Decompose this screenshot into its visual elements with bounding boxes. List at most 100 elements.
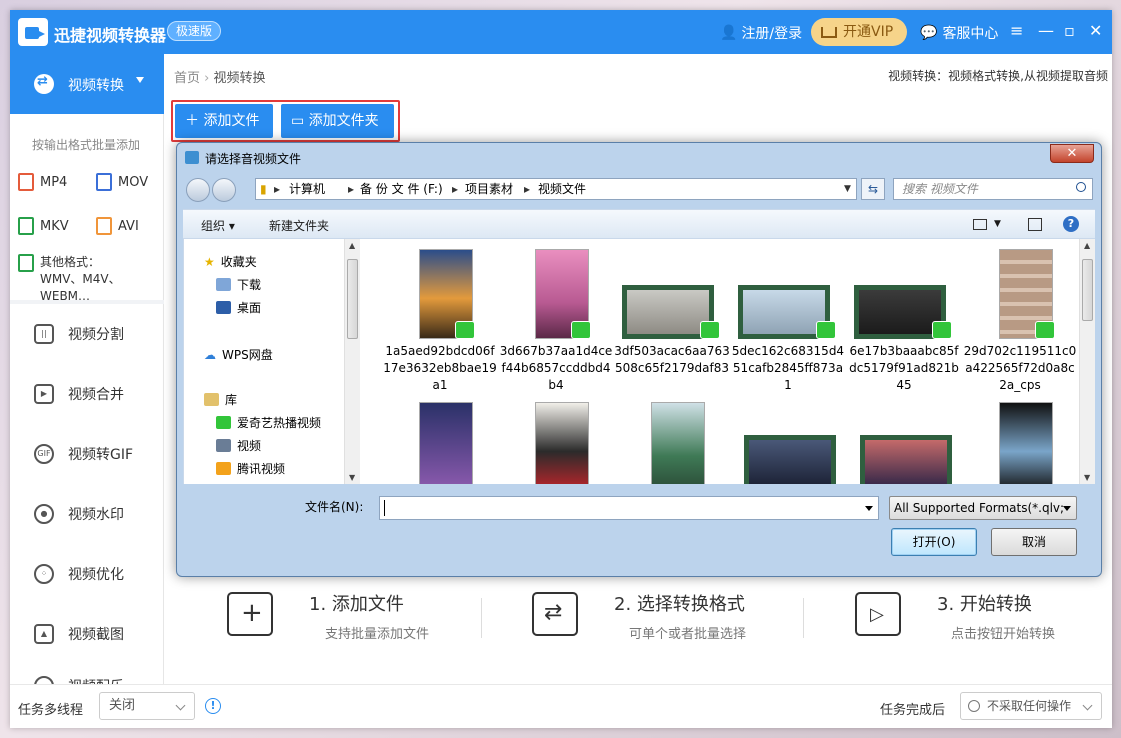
format-avi[interactable]: AVI [96, 217, 139, 235]
tree-downloads[interactable]: 下载 [216, 276, 261, 293]
search-input[interactable]: 搜索 视频文件 [893, 178, 1093, 200]
forward-icon[interactable] [212, 178, 236, 202]
tree-label: 腾讯视频 [237, 462, 286, 476]
sidebar-item-split[interactable]: || 视频分割 [34, 324, 124, 344]
format-mp4[interactable]: MP4 [18, 173, 67, 191]
nav-label: 视频截图 [68, 627, 124, 643]
filename-label: 文件名(N): [305, 500, 364, 514]
format-label: MOV [118, 174, 149, 190]
sidebar-item-screenshot[interactable]: ▲ 视频截图 [34, 624, 124, 644]
filename-input[interactable] [379, 496, 879, 520]
format-label: MKV [40, 218, 69, 234]
sidebar-item-merge[interactable]: ▶ 视频合并 [34, 384, 124, 404]
help-icon[interactable]: ? [1063, 216, 1079, 232]
customer-service-link[interactable]: 💬 客服中心 [920, 23, 998, 43]
login-link[interactable]: 👤 注册/登录 [720, 23, 802, 43]
tree-videos[interactable]: 视频 [216, 437, 261, 454]
video-thumbnail[interactable] [999, 402, 1053, 484]
step-subtitle: 支持批量添加文件 [325, 627, 430, 642]
tree-tencent[interactable]: 腾讯视频 [216, 460, 285, 477]
tree-iqiyi[interactable]: 爱奇艺热播视频 [216, 414, 321, 431]
chevron-down-icon[interactable]: ▼ [994, 219, 1001, 229]
sidebar-item-video-convert[interactable]: 视频转换 [10, 54, 164, 114]
avi-icon [96, 217, 112, 235]
tree-favorites[interactable]: ★ 收藏夹 [204, 253, 257, 270]
format-mov[interactable]: MOV [96, 173, 148, 191]
add-file-button[interactable]: ＋ 添加文件 [175, 104, 273, 138]
tree-scrollbar[interactable]: ▲ ▼ [344, 239, 360, 484]
breadcrumb-current: 视频转换 [213, 71, 266, 86]
sidebar: 视频转换 按输出格式批量添加 MP4 MOV MKV AVI 其他格式：WMV、… [10, 54, 164, 684]
dropdown-icon[interactable]: ▼ [844, 179, 851, 199]
new-folder-button[interactable]: 新建文件夹 [269, 217, 329, 234]
restore-button[interactable]: ▫ [1064, 22, 1075, 40]
files-scrollbar[interactable]: ▲ ▼ [1079, 239, 1095, 484]
path-segment[interactable]: 项目素材 [465, 179, 513, 199]
after-complete-value: 不采取任何操作 [987, 699, 1072, 713]
refresh-icon[interactable]: ⇆ [861, 178, 885, 200]
after-complete-select[interactable]: 不采取任何操作 [960, 692, 1102, 720]
scroll-thumb[interactable] [1082, 259, 1093, 321]
play-icon: ▶ [34, 384, 54, 404]
multithread-select[interactable]: 关闭 [99, 692, 195, 720]
step-divider [481, 598, 482, 638]
tencent-video-icon [216, 462, 231, 475]
video-thumbnail[interactable] [419, 402, 473, 484]
video-thumbnail[interactable] [535, 402, 589, 484]
step-subtitle: 可单个或者批量选择 [629, 627, 747, 642]
info-icon[interactable]: ! [205, 698, 221, 714]
video-thumbnail[interactable] [651, 402, 705, 484]
format-filter-select[interactable]: All Supported Formats(*.qlv; [889, 496, 1077, 520]
file-name: 29d702c119511c0a422565f72d0a8c2a_cps [963, 344, 1077, 392]
open-button[interactable]: 打开(O) [891, 528, 977, 556]
chat-icon: 💬 [920, 25, 938, 41]
close-button[interactable]: ✕ [1089, 22, 1102, 40]
text-caret [384, 500, 385, 516]
path-segment[interactable]: 计算机 [289, 179, 325, 199]
back-icon[interactable] [186, 178, 210, 202]
library-icon [204, 393, 219, 406]
convert-icon [34, 74, 54, 94]
sidebar-item-music[interactable]: 视频配乐 [34, 676, 124, 684]
chevron-down-icon [1063, 506, 1071, 511]
scroll-thumb[interactable] [347, 259, 358, 339]
dialog-close-button[interactable]: ✕ [1050, 144, 1094, 163]
address-bar[interactable]: ▮ ▸ 计算机 ▸ 备 份 文 件 (F:) ▸ 项目素材 ▸ 视频文件 ▼ [255, 178, 857, 200]
chevron-down-icon[interactable] [865, 506, 873, 511]
page-description: 视频转换：视频格式转换,从视频提取音频 [888, 69, 1108, 83]
vip-label: 开通VIP [843, 24, 894, 40]
scroll-down-icon[interactable]: ▼ [1084, 473, 1090, 482]
folder-tree: ★ 收藏夹 下载 桌面 ☁ WPS网盘 库 爱奇艺热播视频 视频 腾讯视频 ▲ ▼ [184, 239, 360, 484]
minimize-button[interactable]: — [1038, 22, 1054, 40]
format-mkv[interactable]: MKV [18, 217, 69, 235]
edition-badge: 极速版 [167, 21, 222, 41]
preview-pane-icon[interactable] [1028, 218, 1042, 231]
scroll-up-icon[interactable]: ▲ [1084, 241, 1090, 250]
sidebar-item-optimize[interactable]: ⁘ 视频优化 [34, 564, 124, 584]
path-segment[interactable]: 视频文件 [538, 179, 586, 199]
film-reel-icon: ⁘ [34, 564, 54, 584]
sidebar-item-watermark[interactable]: ● 视频水印 [34, 504, 124, 524]
add-folder-button[interactable]: ▭ 添加文件夹 [281, 104, 394, 138]
scroll-down-icon[interactable]: ▼ [349, 473, 355, 482]
organize-menu[interactable]: 组织 ▾ [201, 217, 235, 234]
video-thumbnail[interactable] [744, 435, 836, 484]
scroll-up-icon[interactable]: ▲ [349, 241, 355, 250]
tree-wps[interactable]: ☁ WPS网盘 [204, 346, 273, 363]
file-name: 3df503acac6aa763508c65f2179daf83 [614, 344, 730, 375]
path-segment[interactable]: 备 份 文 件 (F:) [360, 179, 443, 199]
video-thumbnail[interactable] [860, 435, 952, 484]
step-title: 1. 添加文件 [309, 594, 404, 615]
tree-desktop[interactable]: 桌面 [216, 299, 261, 316]
step-divider [803, 598, 804, 638]
cancel-button[interactable]: 取消 [991, 528, 1077, 556]
other-format-icon [18, 254, 34, 272]
sidebar-item-gif[interactable]: GIF 视频转GIF [34, 444, 133, 464]
split-icon: || [34, 324, 54, 344]
view-icon[interactable] [973, 219, 987, 230]
vip-button[interactable]: 开通VIP [811, 18, 907, 46]
tree-library[interactable]: 库 [204, 391, 237, 408]
breadcrumb-home[interactable]: 首页 [174, 71, 200, 86]
format-other[interactable]: 其他格式：WMV、M4V、WEBM… [18, 254, 140, 305]
menu-icon[interactable]: ≡ [1010, 22, 1023, 40]
